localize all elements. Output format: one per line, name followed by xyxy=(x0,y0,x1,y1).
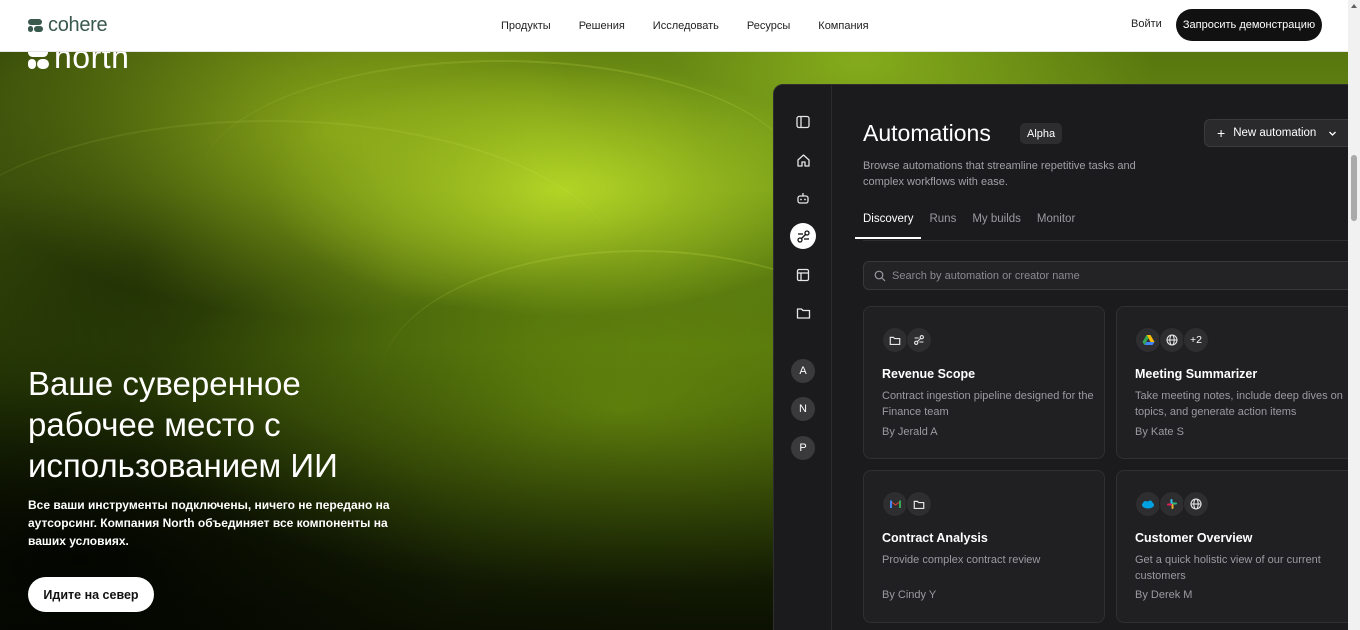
card-integration-icons: +2 xyxy=(1135,327,1209,353)
table-icon[interactable] xyxy=(790,262,816,288)
globe-icon xyxy=(1159,327,1185,353)
avatar-p[interactable]: P xyxy=(791,436,815,460)
new-automation-button[interactable]: + New automation xyxy=(1204,119,1354,147)
login-link[interactable]: Войти xyxy=(1131,18,1162,30)
hero-subtitle: Все ваши инструменты подключены, ничего … xyxy=(28,498,390,548)
nav-link-research[interactable]: Исследовать xyxy=(653,20,719,32)
card-author: By Kate S xyxy=(1135,426,1184,438)
scroll-thumb[interactable] xyxy=(1351,155,1357,221)
automations-icon[interactable] xyxy=(790,223,816,249)
cohere-logo-text: cohere xyxy=(48,14,108,36)
plus-icon: + xyxy=(1217,125,1226,141)
workflow-icon xyxy=(906,327,932,353)
page-description: Browse automations that streamline repet… xyxy=(863,160,1136,188)
globe-icon xyxy=(1183,491,1209,517)
app-sidebar-rail: A N P xyxy=(774,85,832,630)
search-box[interactable] xyxy=(863,261,1360,290)
home-icon[interactable] xyxy=(790,147,816,173)
card-description: Take meeting notes, include deep dives o… xyxy=(1135,390,1343,418)
sidebar-toggle-icon[interactable] xyxy=(790,109,816,135)
card-description: Provide complex contract review xyxy=(882,554,1041,566)
more-integrations-count: +2 xyxy=(1183,327,1209,353)
gmail-icon xyxy=(882,491,908,517)
card-description: Get a quick holistic view of our current… xyxy=(1135,554,1321,582)
card-author: By Jerald A xyxy=(882,426,938,438)
folder-icon xyxy=(882,327,908,353)
salesforce-icon xyxy=(1135,491,1161,517)
nav-link-company[interactable]: Компания xyxy=(818,20,868,32)
scroll-up-arrow-icon[interactable] xyxy=(1351,4,1357,8)
card-author: By Cindy Y xyxy=(882,589,937,601)
nav-link-solutions[interactable]: Решения xyxy=(579,20,625,32)
tab-runs[interactable]: Runs xyxy=(929,213,956,239)
card-description: Contract ingestion pipeline designed for… xyxy=(882,390,1094,418)
search-icon xyxy=(874,270,886,281)
automation-card-meeting-summarizer[interactable]: +2 Meeting Summarizer Take meeting notes… xyxy=(1116,306,1358,459)
card-integration-icons xyxy=(882,327,932,353)
request-demo-button[interactable]: Запросить демонстрацию xyxy=(1176,9,1322,41)
top-navigation: cohere Продукты Решения Исследовать Ресу… xyxy=(0,0,1348,52)
avatar-a[interactable]: A xyxy=(791,359,815,383)
avatar-n[interactable]: N xyxy=(791,397,815,421)
alpha-badge: Alpha xyxy=(1020,123,1063,144)
tab-my-builds[interactable]: My builds xyxy=(972,213,1021,239)
card-title: Meeting Summarizer xyxy=(1135,367,1258,381)
go-north-button[interactable]: Идите на север xyxy=(28,577,154,612)
automations-app-preview: A N P Automations Alpha + New automation… xyxy=(773,84,1360,630)
folder-icon[interactable] xyxy=(790,300,816,326)
drive-icon xyxy=(1135,327,1161,353)
new-automation-label: New automation xyxy=(1233,127,1317,139)
card-title: Customer Overview xyxy=(1135,531,1253,545)
cohere-logo[interactable]: cohere xyxy=(28,14,108,37)
card-integration-icons xyxy=(1135,491,1209,517)
tabs: Discovery Runs My builds Monitor xyxy=(855,213,1075,239)
slack-icon xyxy=(1159,491,1185,517)
automation-card-customer-overview[interactable]: Customer Overview Get a quick holistic v… xyxy=(1116,470,1358,623)
card-author: By Derek M xyxy=(1135,589,1193,601)
automation-card-revenue-scope[interactable]: Revenue Scope Contract ingestion pipelin… xyxy=(863,306,1105,459)
folder-icon xyxy=(906,491,932,517)
chevron-down-icon xyxy=(1329,131,1337,136)
card-title: Contract Analysis xyxy=(882,531,988,545)
app-main-panel: Automations Alpha + New automation Brows… xyxy=(832,85,1360,630)
page-scrollbar[interactable] xyxy=(1348,0,1360,630)
hero-title: Ваше суверенное рабочее место с использо… xyxy=(28,365,338,484)
nav-links: Продукты Решения Исследовать Ресурсы Ком… xyxy=(501,0,869,52)
nav-link-resources[interactable]: Ресурсы xyxy=(747,20,790,32)
page-title: Automations xyxy=(863,120,991,146)
cohere-logo-icon xyxy=(28,18,44,34)
tabs-divider xyxy=(863,240,1360,241)
search-input[interactable] xyxy=(892,269,1332,282)
tab-discovery[interactable]: Discovery xyxy=(855,213,922,239)
nav-link-products[interactable]: Продукты xyxy=(501,20,551,32)
automation-card-contract-analysis[interactable]: Contract Analysis Provide complex contra… xyxy=(863,470,1105,623)
tab-monitor[interactable]: Monitor xyxy=(1037,213,1075,239)
bot-icon[interactable] xyxy=(790,185,816,211)
card-title: Revenue Scope xyxy=(882,367,976,381)
card-integration-icons xyxy=(882,491,932,517)
